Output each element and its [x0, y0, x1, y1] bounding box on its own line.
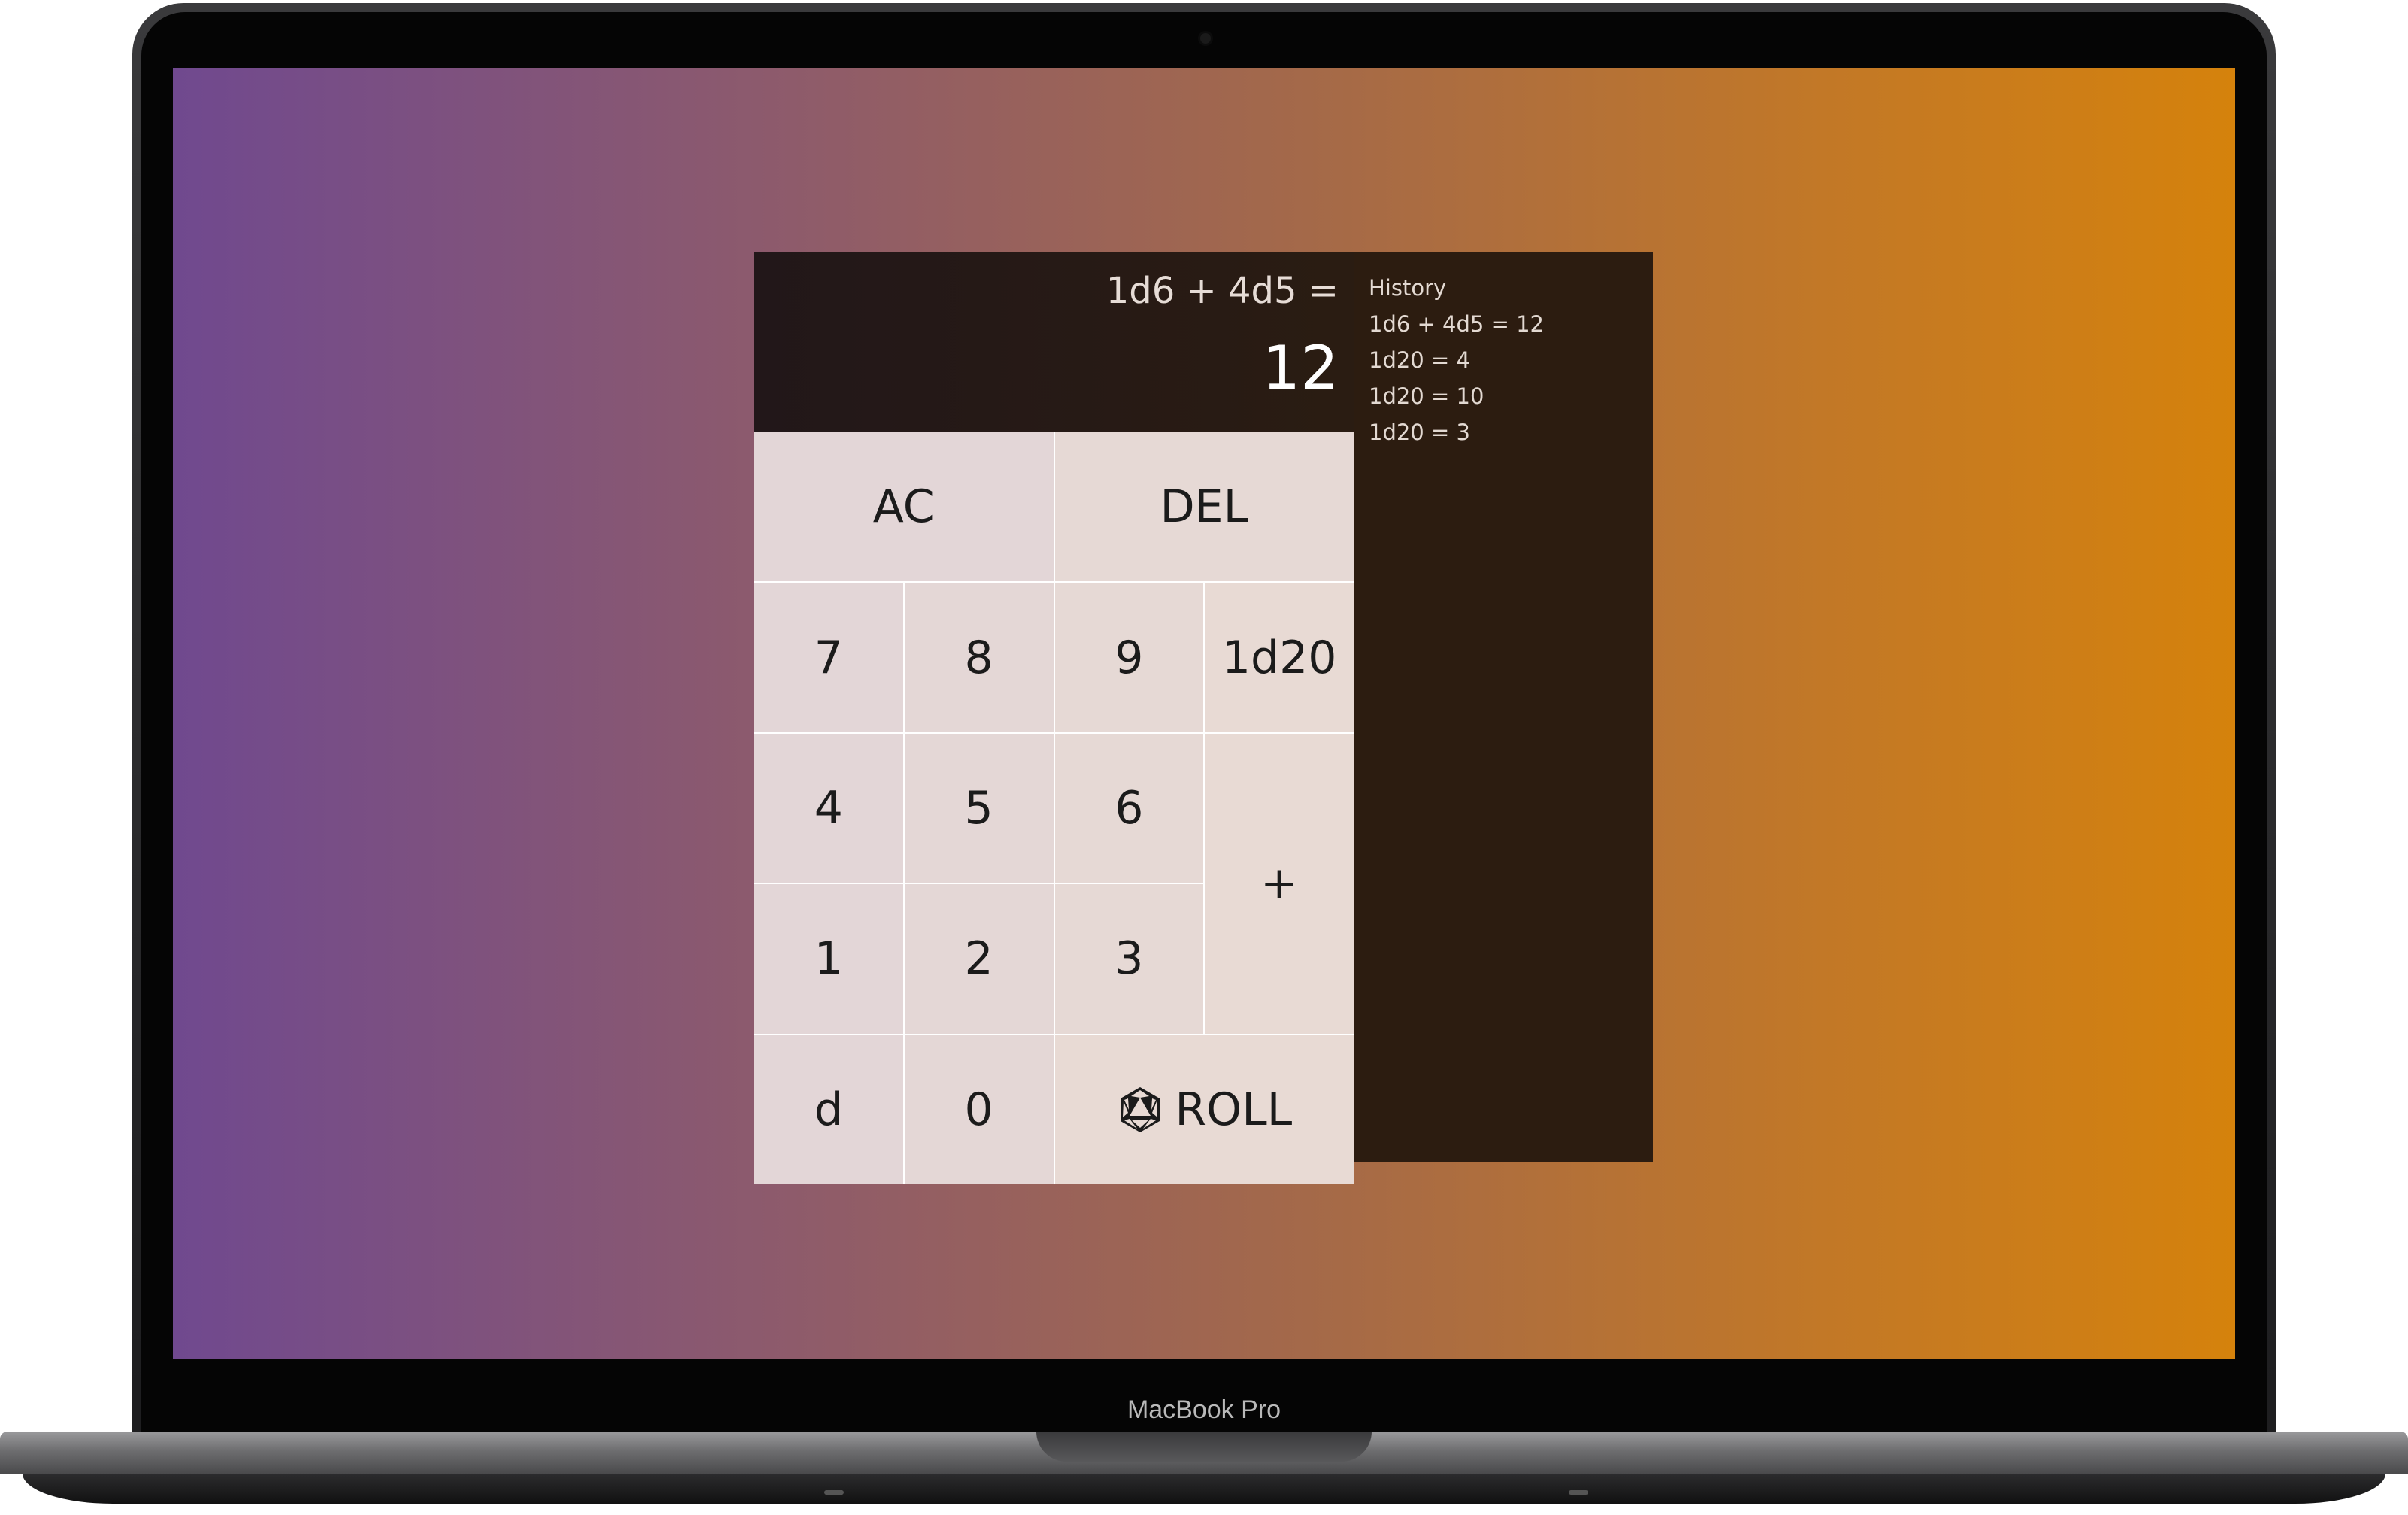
desktop-screen: 1d6 + 4d5 = 12 History 1d6 + 4d5 = 12 1d… [173, 68, 2235, 1359]
digit-2-button[interactable]: 2 [904, 884, 1054, 1034]
dice-d-button[interactable]: d [754, 1035, 903, 1184]
digit-0-button[interactable]: 0 [904, 1035, 1054, 1184]
digit-6-button[interactable]: 6 [1054, 733, 1204, 883]
history-panel: History 1d6 + 4d5 = 12 1d20 = 4 1d20 = 1… [1354, 252, 1653, 1162]
digit-5-button[interactable]: 5 [904, 733, 1054, 883]
digit-4-button[interactable]: 4 [754, 733, 903, 883]
roll-label: ROLL [1175, 1083, 1293, 1136]
laptop-foot [824, 1490, 844, 1495]
expression-text: 1d6 + 4d5 = [1105, 270, 1339, 312]
calculator-display: 1d6 + 4d5 = 12 [754, 252, 1354, 432]
digit-1-button[interactable]: 1 [754, 884, 903, 1034]
digit-7-button[interactable]: 7 [754, 583, 903, 732]
history-item[interactable]: 1d20 = 4 [1369, 342, 1653, 378]
roll-button[interactable]: ROLL [1054, 1035, 1354, 1184]
delete-button[interactable]: DEL [1054, 432, 1354, 582]
history-item[interactable]: 1d20 = 10 [1369, 378, 1653, 414]
device-label: MacBook Pro [1127, 1395, 1281, 1424]
d20-button[interactable]: 1d20 [1205, 583, 1354, 732]
result-text: 12 [1262, 333, 1339, 403]
lid-opening-notch [1036, 1432, 1372, 1462]
history-item[interactable]: 1d6 + 4d5 = 12 [1369, 306, 1653, 342]
d20-icon [1121, 1086, 1160, 1132]
laptop-foot [1569, 1490, 1588, 1495]
history-title: History [1369, 275, 1447, 301]
digit-8-button[interactable]: 8 [904, 583, 1054, 732]
digit-9-button[interactable]: 9 [1054, 583, 1204, 732]
ac-button[interactable]: AC [754, 432, 1054, 582]
history-item[interactable]: 1d20 = 3 [1369, 414, 1653, 450]
keypad: AC DEL 7 8 9 1d20 4 5 6 + 1 2 3 d 0 ROLL [754, 432, 1354, 1184]
roll-button-content: ROLL [1116, 1083, 1292, 1136]
camera-icon [1200, 33, 1211, 44]
plus-button[interactable]: + [1205, 733, 1354, 1034]
digit-3-button[interactable]: 3 [1054, 884, 1204, 1034]
laptop-base-bottom [23, 1474, 2385, 1504]
